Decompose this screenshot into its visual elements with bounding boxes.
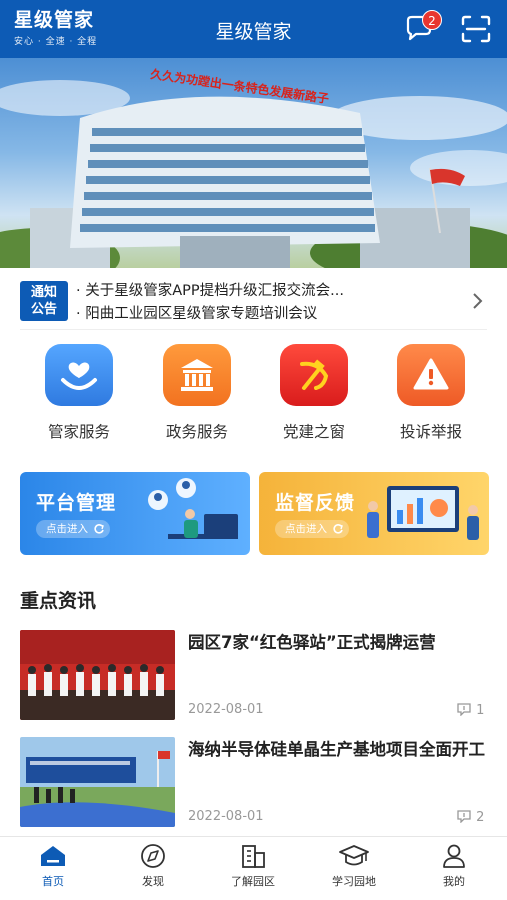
service-butler[interactable]: 管家服务 — [29, 344, 129, 452]
bottom-tab-bar: 首页 发现 了解园区 学习园地 我的 — [0, 836, 507, 900]
tab-label: 发现 — [142, 875, 164, 888]
refresh-arrow-icon — [333, 524, 343, 534]
graduation-cap-icon — [339, 845, 369, 866]
comment-count: 2 — [476, 810, 485, 825]
party-emblem-icon — [280, 344, 348, 406]
tab-label: 学习园地 — [332, 875, 376, 888]
app-header: 星级管家 安心 · 全速 · 全程 星级管家 2 — [0, 0, 507, 58]
card-enter-label: 点击进入 — [285, 523, 327, 535]
service-government[interactable]: 政务服务 — [147, 344, 247, 452]
notice-item[interactable]: · 关于星级管家APP提档升级汇报交流会... — [76, 279, 446, 300]
message-button[interactable]: 2 — [404, 10, 442, 44]
card-title: 监督反馈 — [275, 492, 356, 514]
platform-management-card[interactable]: 平台管理 点击进入 — [20, 472, 250, 555]
office-illustration — [148, 478, 238, 539]
supervision-feedback-card[interactable]: 监督反馈 点击进入 — [259, 472, 489, 555]
divider — [20, 329, 487, 330]
comment-count: 1 — [476, 703, 485, 718]
card-enter-button[interactable]: 点击进入 — [36, 520, 110, 538]
service-label: 管家服务 — [47, 423, 110, 441]
service-label: 政务服务 — [165, 423, 228, 441]
section-title: 重点资讯 — [20, 590, 97, 612]
news-thumbnail — [20, 630, 175, 720]
news-item[interactable]: 海纳半导体硅单晶生产基地项目全面开工 2022-08-01 2 — [20, 737, 490, 829]
service-party[interactable]: 党建之窗 — [264, 344, 364, 452]
news-comment-count: 1 — [456, 702, 484, 718]
service-label: 党建之窗 — [282, 423, 345, 441]
banner-carousel[interactable]: 久久为功蹚出一条特色发展新路子 — [0, 58, 507, 268]
tab-learning[interactable]: 学习园地 — [304, 843, 404, 895]
refresh-arrow-icon — [94, 524, 104, 534]
comment-icon — [457, 810, 471, 824]
tab-mine[interactable]: 我的 — [404, 843, 504, 895]
compass-icon — [141, 844, 165, 868]
tab-discover[interactable]: 发现 — [103, 843, 203, 895]
warning-icon — [397, 344, 465, 406]
chevron-right-icon[interactable] — [470, 291, 484, 311]
news-item[interactable]: 园区7家“红色驿站”正式揭牌运营 2022-08-01 1 — [20, 630, 490, 722]
notice-bar[interactable]: 通知 公告 · 关于星级管家APP提档升级汇报交流会... · 阳曲工业园区星级… — [20, 277, 490, 325]
news-thumbnail — [20, 737, 175, 827]
message-badge: 2 — [422, 10, 442, 30]
scan-button[interactable] — [460, 14, 492, 44]
notice-tag-line2: 公告 — [30, 302, 57, 317]
banner-building-image: 久久为功蹚出一条特色发展新路子 — [0, 66, 507, 268]
card-enter-label: 点击进入 — [46, 523, 88, 535]
user-icon — [443, 844, 465, 868]
service-label: 投诉举报 — [399, 423, 462, 441]
notice-tag: 通知 公告 — [20, 281, 68, 321]
scan-icon — [461, 15, 491, 43]
government-building-icon — [163, 344, 231, 406]
buildings-icon — [242, 845, 265, 868]
service-complaint[interactable]: 投诉举报 — [381, 344, 481, 452]
heart-hand-icon — [45, 344, 113, 406]
tab-home[interactable]: 首页 — [3, 843, 103, 895]
news-date: 2022-08-01 — [188, 809, 264, 824]
tab-label: 首页 — [42, 875, 64, 888]
home-icon — [41, 846, 65, 866]
comment-icon — [457, 703, 471, 717]
notice-tag-line1: 通知 — [30, 285, 57, 300]
news-title: 海纳半导体硅单晶生产基地项目全面开工 — [188, 740, 485, 759]
card-title: 平台管理 — [36, 492, 117, 514]
news-comment-count: 2 — [456, 809, 484, 825]
news-date: 2022-08-01 — [188, 702, 264, 717]
tab-park[interactable]: 了解园区 — [203, 843, 303, 895]
news-title: 园区7家“红色驿站”正式揭牌运营 — [188, 633, 436, 652]
report-illustration — [367, 486, 479, 540]
tab-label: 了解园区 — [231, 875, 275, 888]
notice-item[interactable]: · 阳曲工业园区星级管家专题培训会议 — [76, 302, 446, 323]
tab-label: 我的 — [443, 875, 465, 888]
card-enter-button[interactable]: 点击进入 — [275, 520, 349, 538]
